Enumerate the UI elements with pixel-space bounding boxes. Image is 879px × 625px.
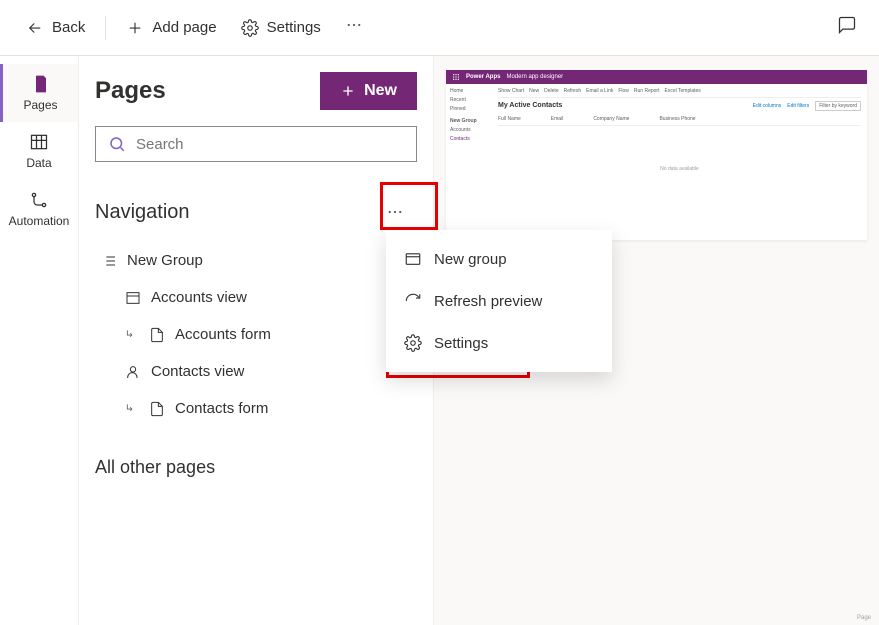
pages-panel: Pages New Navigation New Group Accounts … xyxy=(78,56,434,625)
plus-icon xyxy=(340,83,356,99)
ctx-new-group[interactable]: New group xyxy=(386,238,612,280)
preview-brand: Power Apps xyxy=(466,74,500,80)
new-button[interactable]: New xyxy=(320,72,417,110)
back-label: Back xyxy=(52,19,85,36)
left-rail: Pages Data Automation xyxy=(0,56,78,625)
rail-automation-label: Automation xyxy=(9,214,70,228)
prev-side-accounts: Accounts xyxy=(450,127,488,133)
settings-label: Settings xyxy=(267,19,321,36)
more-icon xyxy=(345,16,363,34)
nav-contacts-view[interactable]: Contacts view xyxy=(95,353,417,390)
plus-icon xyxy=(126,19,144,37)
data-icon xyxy=(29,132,49,152)
cmd: Refresh xyxy=(564,88,582,94)
nav-item-label: Accounts view xyxy=(151,289,247,306)
nav-group[interactable]: New Group xyxy=(95,242,417,279)
cmd: New xyxy=(529,88,539,94)
waffle-icon xyxy=(452,73,460,81)
search-input[interactable] xyxy=(136,136,404,153)
rail-pages[interactable]: Pages xyxy=(0,64,78,122)
link-edit-filters: Edit filters xyxy=(787,103,809,109)
subpage-icon xyxy=(125,328,139,342)
more-icon xyxy=(386,203,404,221)
preview-page-label: Page xyxy=(849,611,879,625)
cmd: Delete xyxy=(544,88,558,94)
nav-accounts-form[interactable]: Accounts form xyxy=(95,316,417,353)
prev-side-pinned: Pinned xyxy=(450,106,488,112)
navigation-context-menu: New group Refresh preview Settings xyxy=(386,230,612,372)
comments-button[interactable] xyxy=(831,9,863,46)
new-button-label: New xyxy=(364,82,397,100)
form-icon xyxy=(149,327,165,343)
divider xyxy=(105,16,106,40)
nav-contacts-form[interactable]: Contacts form xyxy=(95,390,417,427)
col: Full Name xyxy=(498,116,521,122)
rail-data-label: Data xyxy=(26,156,51,170)
nav-accounts-view[interactable]: Accounts view xyxy=(95,279,417,316)
cmd: Show Chart xyxy=(498,88,524,94)
person-icon xyxy=(125,364,141,380)
form-icon xyxy=(149,401,165,417)
cmd: Excel Templates xyxy=(664,88,700,94)
col: Email xyxy=(551,116,564,122)
all-other-heading: All other pages xyxy=(95,451,417,484)
panel-title: Pages xyxy=(95,77,166,105)
nav-item-label: Contacts form xyxy=(175,400,268,417)
navigation-heading: Navigation xyxy=(95,201,190,224)
ctx-label: Settings xyxy=(434,335,488,352)
rail-automation[interactable]: Automation xyxy=(0,180,78,238)
subpage-icon xyxy=(125,402,139,416)
back-button[interactable]: Back xyxy=(16,13,95,43)
nav-item-label: Contacts view xyxy=(151,363,244,380)
gear-icon xyxy=(241,19,259,37)
gear-icon xyxy=(404,334,422,352)
new-group-icon xyxy=(404,250,422,268)
prev-side-home: Home xyxy=(450,88,488,94)
rail-data[interactable]: Data xyxy=(0,122,78,180)
cmd: Run Report xyxy=(634,88,660,94)
cmd: Flow xyxy=(618,88,629,94)
col: Company Name xyxy=(593,116,629,122)
col: Business Phone xyxy=(659,116,695,122)
ctx-settings[interactable]: Settings xyxy=(386,322,612,364)
ctx-refresh[interactable]: Refresh preview xyxy=(386,280,612,322)
add-page-button[interactable]: Add page xyxy=(116,13,226,43)
ctx-label: New group xyxy=(434,251,507,268)
list-icon xyxy=(101,253,117,269)
cmd: Email a Link xyxy=(586,88,613,94)
navigation-more-button[interactable] xyxy=(373,192,417,232)
preview-app: Power Apps Modern app designer Home Rece… xyxy=(446,70,867,240)
filter-box: Filter by keyword xyxy=(815,101,861,111)
preview-view-title: My Active Contacts xyxy=(498,98,562,113)
search-field[interactable] xyxy=(95,126,417,162)
link-edit-columns: Edit columns xyxy=(753,103,782,109)
view-icon xyxy=(125,290,141,306)
preview-designer: Modern app designer xyxy=(506,74,563,80)
refresh-icon xyxy=(404,292,422,310)
rail-pages-label: Pages xyxy=(23,98,57,112)
chat-icon xyxy=(837,15,857,35)
automation-icon xyxy=(29,190,49,210)
search-icon xyxy=(108,135,126,153)
prev-side-recent: Recent xyxy=(450,97,488,103)
toolbar-more-button[interactable] xyxy=(335,10,373,45)
page-icon xyxy=(31,74,51,94)
nav-group-label: New Group xyxy=(127,252,203,269)
add-page-label: Add page xyxy=(152,19,216,36)
preview-empty: No data available xyxy=(498,126,861,172)
prev-side-contacts: Contacts xyxy=(450,136,488,142)
settings-button[interactable]: Settings xyxy=(231,13,331,43)
prev-side-group: New Group xyxy=(450,118,488,124)
arrow-left-icon xyxy=(26,19,44,37)
ctx-label: Refresh preview xyxy=(434,293,542,310)
nav-item-label: Accounts form xyxy=(175,326,271,343)
